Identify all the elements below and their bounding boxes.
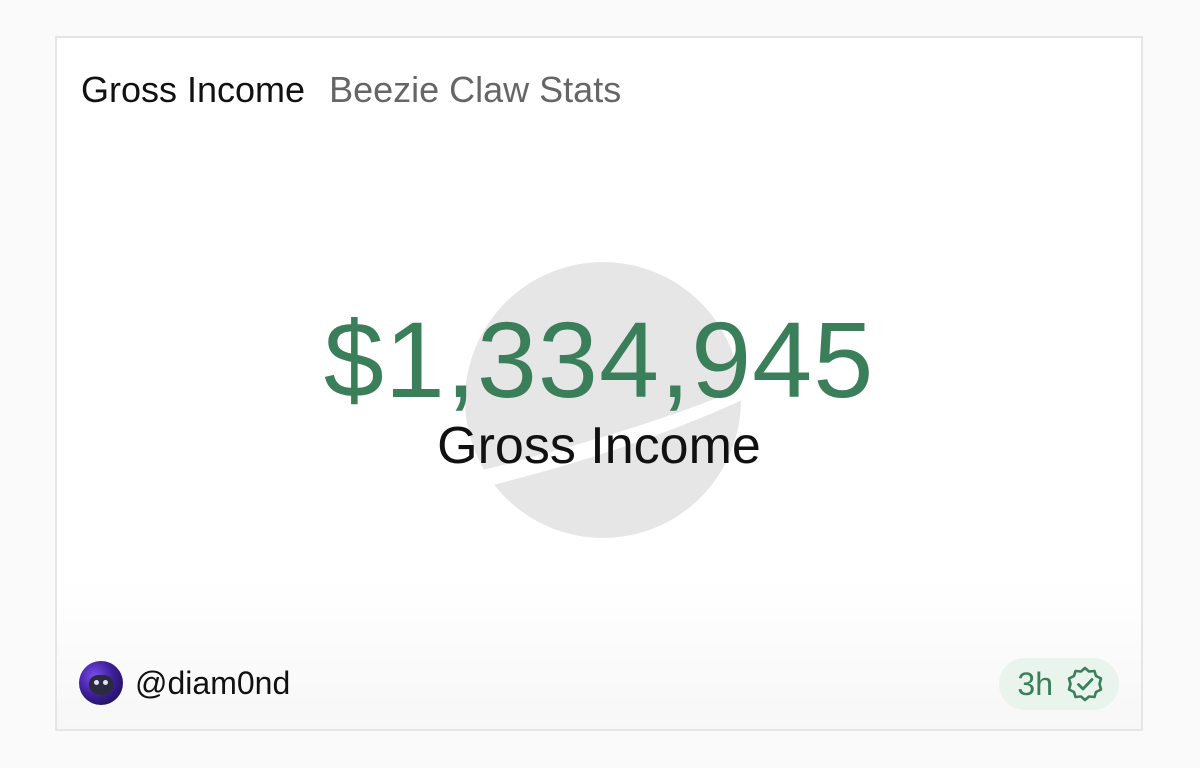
author-handle[interactable]: @diam0nd — [135, 665, 290, 702]
avatar[interactable] — [79, 661, 123, 705]
author[interactable]: @diam0nd — [79, 661, 290, 705]
avatar-eye-left — [94, 680, 99, 685]
gross-income-label: Gross Income — [437, 417, 761, 475]
stats-card: Gross Income Beezie Claw Stats $1,334,94… — [55, 36, 1143, 731]
avatar-eye-right — [103, 680, 108, 685]
metric-block: $1,334,945 Gross Income — [57, 300, 1141, 476]
avatar-face — [89, 675, 113, 695]
card-title: Gross Income — [81, 69, 306, 110]
verified-check-icon — [1067, 666, 1103, 702]
card-header: Gross Income Beezie Claw Stats — [81, 70, 621, 110]
card-subtitle: Beezie Claw Stats — [329, 69, 622, 110]
timestamp: 3h — [1017, 665, 1053, 702]
gross-income-value: $1,334,945 — [323, 299, 875, 420]
timestamp-badge: 3h — [999, 658, 1119, 710]
